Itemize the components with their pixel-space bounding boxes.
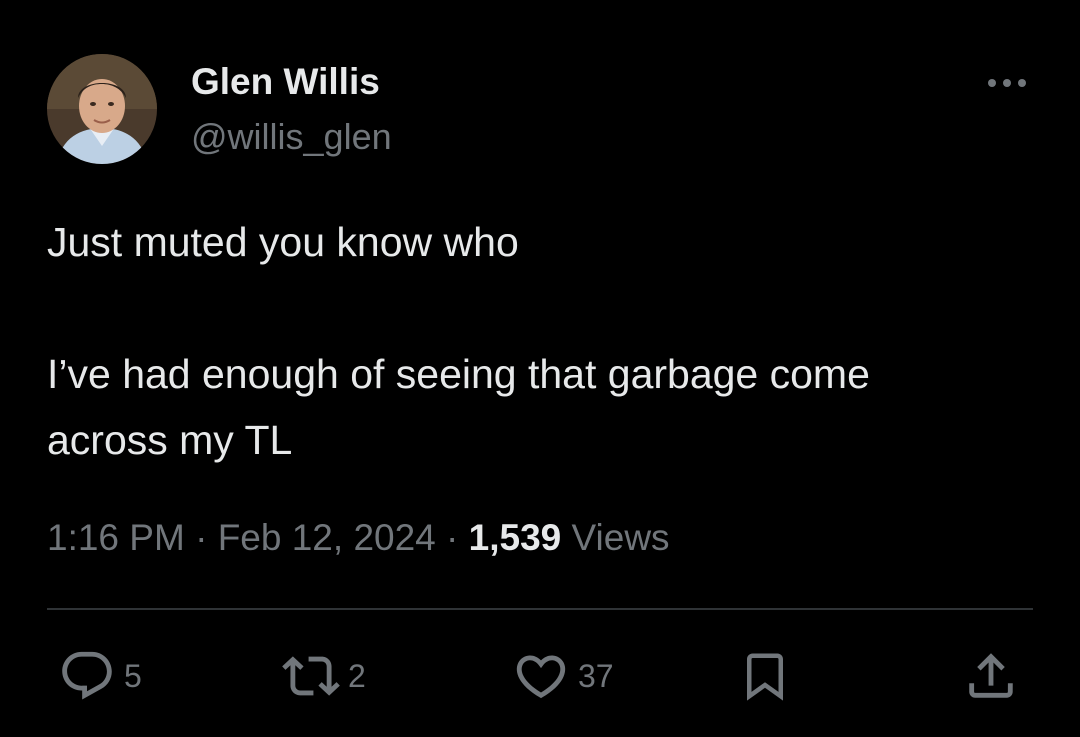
share-upload-icon (969, 653, 1013, 698)
divider (47, 608, 1033, 610)
share-button[interactable] (962, 644, 1020, 708)
display-name[interactable]: Glen Willis (191, 58, 380, 106)
tweet-text: Just muted you know who I’ve had enough … (47, 209, 1037, 473)
tweet-date[interactable]: Feb 12, 2024 (218, 517, 436, 558)
more-dots-icon (988, 79, 1026, 87)
tweet-card: Glen Willis @willis_glen Just muted you … (0, 0, 1080, 737)
more-options-button[interactable] (984, 68, 1030, 98)
tweet-line: across my TL (47, 417, 293, 463)
tweet-line: Just muted you know who (47, 219, 519, 265)
reply-count: 5 (124, 657, 142, 694)
tweet-line-break (47, 275, 1037, 341)
bookmark-icon (747, 653, 783, 701)
heart-icon (516, 655, 566, 699)
repost-button[interactable]: 2 (282, 644, 366, 708)
views-label: Views (561, 517, 670, 558)
meta-separator: · (435, 517, 469, 558)
like-button[interactable]: 37 (512, 644, 614, 708)
tweet-line: I’ve had enough of seeing that garbage c… (47, 351, 870, 397)
user-handle[interactable]: @willis_glen (191, 114, 392, 160)
reply-button[interactable]: 5 (58, 644, 142, 708)
tweet-time[interactable]: 1:16 PM (47, 517, 185, 558)
reply-bubble-icon (62, 651, 112, 700)
like-count: 37 (578, 657, 614, 694)
views-count[interactable]: 1,539 (469, 517, 562, 558)
meta-separator: · (184, 517, 218, 558)
profile-photo-icon (47, 54, 157, 164)
repost-count: 2 (348, 657, 366, 694)
avatar[interactable] (47, 54, 157, 164)
tweet-meta: 1:16 PM · Feb 12, 2024 · 1,539 Views (47, 512, 670, 564)
bookmark-button[interactable] (738, 644, 792, 708)
repost-arrows-icon (282, 656, 340, 696)
